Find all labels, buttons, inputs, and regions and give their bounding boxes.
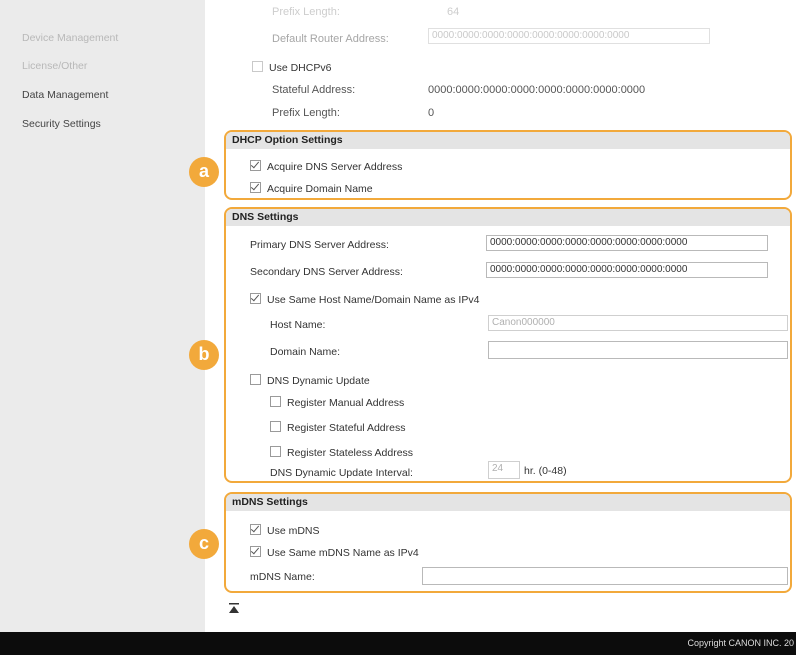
- mdns-settings-section: mDNS Settings Use mDNS Use Same mDNS Nam…: [224, 492, 792, 593]
- dns-settings-section: DNS Settings Primary DNS Server Address:…: [224, 207, 792, 483]
- use-mdns-row[interactable]: Use mDNS: [250, 524, 320, 537]
- register-manual-row[interactable]: Register Manual Address: [270, 396, 404, 409]
- interval-unit: hr. (0-48): [524, 465, 567, 477]
- badge-b: b: [189, 340, 219, 370]
- sidebar-item-data-management[interactable]: Data Management: [22, 89, 108, 101]
- register-manual-label: Register Manual Address: [287, 397, 405, 409]
- dhcp-option-settings-section: DHCP Option Settings Acquire DNS Server …: [224, 130, 792, 200]
- prefix-length-label-top: Prefix Length:: [272, 6, 340, 18]
- same-mdns-name-row[interactable]: Use Same mDNS Name as IPv4: [250, 546, 419, 559]
- register-manual-checkbox[interactable]: [270, 396, 281, 407]
- register-stateful-checkbox[interactable]: [270, 421, 281, 432]
- sidebar: Device Management License/Other Data Man…: [0, 0, 205, 632]
- dynamic-update-row[interactable]: DNS Dynamic Update: [250, 374, 370, 387]
- dhcp-option-settings-title: DHCP Option Settings: [226, 132, 790, 149]
- domain-name-label: Domain Name:: [270, 346, 341, 358]
- acquire-dns-label: Acquire DNS Server Address: [267, 161, 403, 173]
- acquire-domain-checkbox[interactable]: [250, 182, 261, 193]
- register-stateful-row[interactable]: Register Stateful Address: [270, 421, 405, 434]
- register-stateless-row[interactable]: Register Stateless Address: [270, 446, 413, 459]
- dynamic-update-checkbox[interactable]: [250, 374, 261, 385]
- footer: Copyright CANON INC. 20: [0, 632, 796, 655]
- use-dhcpv6-row[interactable]: Use DHCPv6: [252, 61, 331, 74]
- badge-a: a: [189, 157, 219, 187]
- sidebar-item-device-management[interactable]: Device Management: [22, 32, 118, 44]
- stateful-address-label: Stateful Address:: [272, 84, 356, 96]
- mdns-settings-title: mDNS Settings: [226, 494, 790, 511]
- primary-dns-field[interactable]: 0000:0000:0000:0000:0000:0000:0000:0000: [486, 235, 768, 251]
- copyright-text: Copyright CANON INC. 20: [687, 638, 794, 648]
- prefix-length-value-top: 64: [447, 6, 460, 18]
- badge-c: c: [189, 529, 219, 559]
- use-dhcpv6-checkbox[interactable]: [252, 61, 263, 72]
- use-mdns-checkbox[interactable]: [250, 524, 261, 535]
- acquire-dns-checkbox[interactable]: [250, 160, 261, 171]
- host-name-field[interactable]: Canon000000: [488, 315, 788, 331]
- primary-dns-label: Primary DNS Server Address:: [250, 239, 389, 251]
- stateful-address-value: 0000:0000:0000:0000:0000:0000:0000:0000: [428, 84, 646, 96]
- dns-settings-title: DNS Settings: [226, 209, 790, 226]
- register-stateful-label: Register Stateful Address: [287, 422, 406, 434]
- interval-field[interactable]: 24: [488, 461, 520, 479]
- same-host-checkbox[interactable]: [250, 293, 261, 304]
- same-mdns-name-checkbox[interactable]: [250, 546, 261, 557]
- use-mdns-label: Use mDNS: [267, 525, 320, 537]
- mdns-name-field[interactable]: [422, 567, 788, 585]
- interval-label: DNS Dynamic Update Interval:: [270, 467, 413, 479]
- acquire-domain-label: Acquire Domain Name: [267, 183, 373, 195]
- host-name-label: Host Name:: [270, 319, 326, 331]
- same-mdns-name-label: Use Same mDNS Name as IPv4: [267, 547, 419, 559]
- sidebar-item-license-other[interactable]: License/Other: [22, 60, 87, 72]
- domain-name-field[interactable]: [488, 341, 788, 359]
- default-router-field[interactable]: 0000:0000:0000:0000:0000:0000:0000:0000: [428, 28, 710, 44]
- default-router-label: Default Router Address:: [272, 33, 389, 45]
- same-host-row[interactable]: Use Same Host Name/Domain Name as IPv4: [250, 293, 479, 306]
- sidebar-item-security-settings[interactable]: Security Settings: [22, 118, 101, 130]
- prefix-length-value: 0: [428, 107, 435, 119]
- mdns-name-label: mDNS Name:: [250, 571, 315, 583]
- secondary-dns-field[interactable]: 0000:0000:0000:0000:0000:0000:0000:0000: [486, 262, 768, 278]
- acquire-domain-row[interactable]: Acquire Domain Name: [250, 182, 373, 195]
- secondary-dns-label: Secondary DNS Server Address:: [250, 266, 403, 278]
- dynamic-update-label: DNS Dynamic Update: [267, 375, 370, 387]
- use-dhcpv6-label: Use DHCPv6: [269, 62, 332, 74]
- register-stateless-checkbox[interactable]: [270, 446, 281, 457]
- same-host-label: Use Same Host Name/Domain Name as IPv4: [267, 294, 480, 306]
- back-to-top-icon[interactable]: [229, 603, 239, 615]
- register-stateless-label: Register Stateless Address: [287, 447, 414, 459]
- prefix-length-label: Prefix Length:: [272, 107, 340, 119]
- acquire-dns-row[interactable]: Acquire DNS Server Address: [250, 160, 402, 173]
